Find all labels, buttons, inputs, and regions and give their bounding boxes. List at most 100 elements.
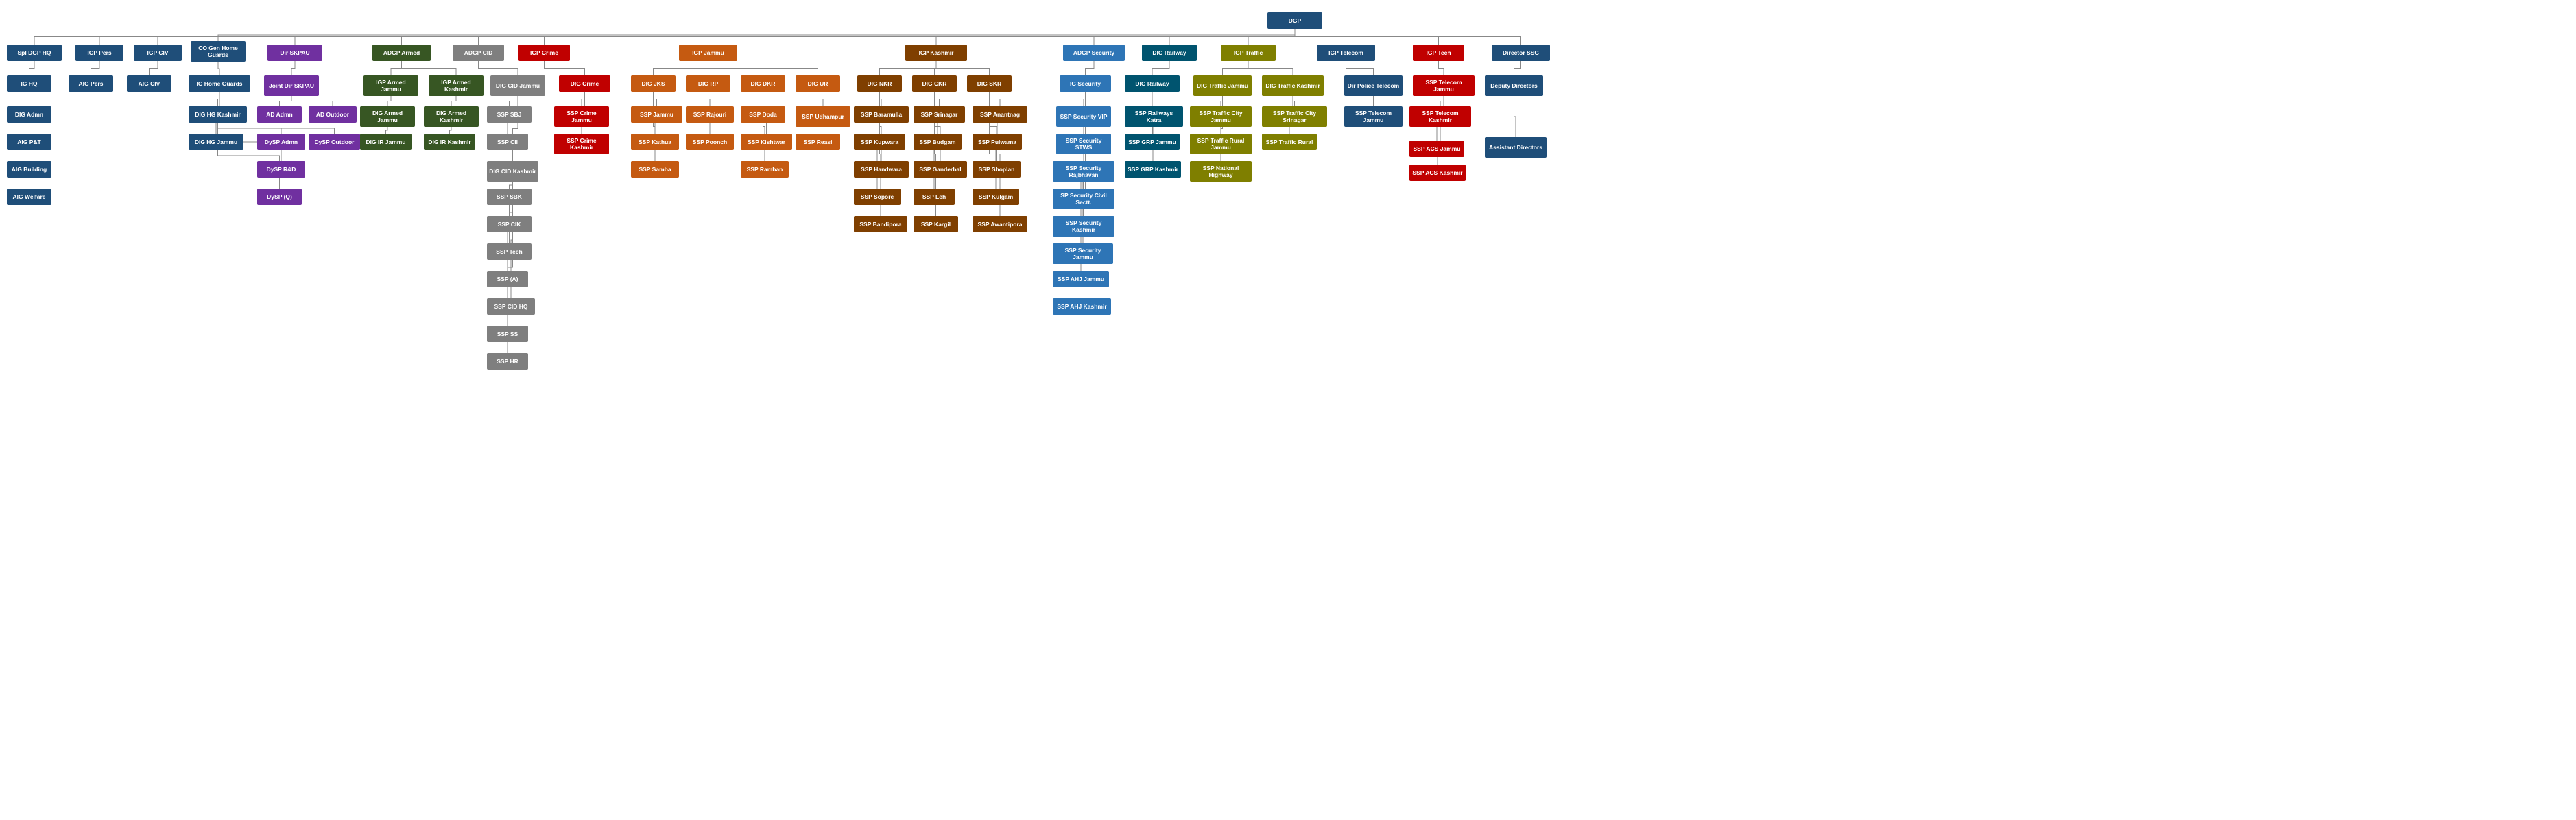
node-igppers: IGP Pers (75, 45, 123, 61)
node-ssptrafficrural: SSP Traffic Rural (1262, 134, 1317, 150)
node-sspss: SSP SS (487, 326, 528, 342)
node-dirskpau: Dir SKPAU (267, 45, 322, 61)
node-aigciv: AIG CIV (127, 75, 171, 92)
node-digckr: DIG CKR (912, 75, 957, 92)
node-sspcli: SSP CII (487, 134, 528, 150)
node-igpkashmir: IGP Kashmir (905, 45, 967, 61)
node-igparmedjammu: IGP Armed Jammu (363, 75, 418, 96)
node-igptelecom: IGP Telecom (1317, 45, 1375, 61)
node-sspganderbal: SSP Ganderbal (914, 161, 967, 178)
node-deputydirectors: Deputy Directors (1485, 75, 1543, 96)
node-ssprajouri: SSP Rajouri (686, 106, 734, 123)
node-igpcrime: IGP Crime (518, 45, 570, 61)
node-digtraffickashmir: DIG Traffic Kashmir (1262, 75, 1324, 96)
node-digcrime: DIG Crime (559, 75, 610, 92)
node-sspacskashmir: SSP ACS Kashmir (1409, 165, 1466, 181)
node-digcidjammu: DIG CID Jammu (490, 75, 545, 96)
node-aigwelfare: AIG Welfare (7, 189, 51, 205)
node-ssphandwara: SSP Handwara (854, 161, 909, 178)
node-dyspoutdoor: DySP Outdoor (309, 134, 360, 150)
node-sspgrpjammu: SSP GRP Jammu (1125, 134, 1180, 150)
node-sspahjkashmir: SSP AHJ Kashmir (1053, 298, 1111, 315)
node-igptech: IGP Tech (1413, 45, 1464, 61)
node-aigpers: AIG Pers (69, 75, 113, 92)
node-sspsbkashmir: SSP SBK (487, 189, 532, 205)
node-adgpcid: ADGP CID (453, 45, 504, 61)
node-digarmedkashmir: DIG Armed Kashmir (424, 106, 479, 127)
node-dighgjammu: DIG HG Jammu (189, 134, 243, 150)
node-digirkashmir: DIG IR Kashmir (424, 134, 475, 150)
node-sspbandipora: SSP Bandipora (854, 216, 907, 232)
node-sspnationalhighway: SSP National Highway (1190, 161, 1252, 182)
node-sspsamba: SSP Samba (631, 161, 679, 178)
node-spsecuritycivilsectt: SP Security Civil Sectt. (1053, 189, 1114, 209)
node-adgparmed: ADGP Armed (372, 45, 431, 61)
node-digarmedjammu: DIG Armed Jammu (360, 106, 415, 127)
node-dyspadmn: DySP Admn (257, 134, 305, 150)
node-ssppoonch: SSP Poonch (686, 134, 734, 150)
node-ssppulwama: SSP Pulwama (973, 134, 1022, 150)
node-digcidkashmir: DIG CID Kashmir (487, 161, 538, 182)
node-sspsbjammu: SSP SBJ (487, 106, 532, 123)
node-digirjammu: DIG IR Jammu (360, 134, 412, 150)
node-digjksjammu: DIG JKS (631, 75, 676, 92)
node-sspleh: SSP Leh (914, 189, 955, 205)
node-sspa: SSP (A) (487, 271, 528, 287)
node-sspsecurityrajbhavan: SSP Security Rajbhavan (1053, 161, 1114, 182)
node-directorssg: Director SSG (1492, 45, 1550, 61)
node-sspbudgam: SSP Budgam (914, 134, 962, 150)
node-ssptrafficcityjammu: SSP Traffic City Jammu (1190, 106, 1252, 127)
node-sspgrpkashmir: SSP GRP Kashmir (1125, 161, 1181, 178)
node-ssptech: SSP Tech (487, 243, 532, 260)
node-digrp: DIG RP (686, 75, 730, 92)
node-sspramban: SSP Ramban (741, 161, 789, 178)
node-assistantdirectors: Assistant Directors (1485, 137, 1547, 158)
node-sspsecurityvip: SSP Security VIP (1056, 106, 1111, 127)
node-sspsopore: SSP Sopore (854, 189, 901, 205)
node-sspkupwara: SSP Kupwara (854, 134, 905, 150)
node-sspkargil: SSP Kargil (914, 216, 958, 232)
node-sspsecuritykashmir: SSP Security Kashmir (1053, 216, 1114, 237)
node-sspkulgam: SSP Kulgam (973, 189, 1019, 205)
node-digadmn: DIG Admn (7, 106, 51, 123)
node-igpjammu: IGP Jammu (679, 45, 737, 61)
node-igptraffic: IGP Traffic (1221, 45, 1276, 61)
node-spldgphq: Spl DGP HQ (7, 45, 62, 61)
org-chart: DGP Spl DGP HQ IGP Pers IGP CIV CO Gen Home … (0, 0, 2576, 820)
node-sspahjjammu: SSP AHJ Jammu (1053, 271, 1109, 287)
node-dgp: DGP (1267, 12, 1322, 29)
node-sspcrimejammu: SSP Crime Jammu (554, 106, 609, 127)
node-dysprd: DySP R&D (257, 161, 305, 178)
node-igpciv: IGP CIV (134, 45, 182, 61)
node-digtrafficjammu: DIG Traffic Jammu (1193, 75, 1252, 96)
node-sspshoplan: SSP Shoplan (973, 161, 1021, 178)
node-digdkr: DIG DKR (741, 75, 785, 92)
node-igparmedkashmir: IGP Armed Kashmir (429, 75, 484, 96)
node-dirpolicetelecom: Dir Police Telecom (1344, 75, 1403, 96)
node-sspawantipora: SSP Awantipora (973, 216, 1027, 232)
node-sspcid_hq: SSP CID HQ (487, 298, 535, 315)
node-ssptrafficcitysrinagar: SSP Traffic City Srinagar (1262, 106, 1327, 127)
node-ssptelecomjammu: SSP Telecom Jammu (1413, 75, 1475, 96)
node-sspacsjammu: SSP ACS Jammu (1409, 141, 1464, 157)
node-sspkishtwar: SSP Kishtwar (741, 134, 792, 150)
node-sspbaramulla: SSP Baramulla (854, 106, 909, 123)
node-ssphr: SSP HR (487, 353, 528, 370)
node-igsecurity: IG Security (1060, 75, 1111, 92)
node-sspcrimekashmir: SSP Crime Kashmir (554, 134, 609, 154)
node-digskr: DIG SKR (967, 75, 1012, 92)
node-dignkr: DIG NKR (857, 75, 902, 92)
node-dyspq: DySP (Q) (257, 189, 302, 205)
node-ssprailwayskatra: SSP Railways Katra (1125, 106, 1183, 127)
node-sspsrinagar: SSP Srinagar (914, 106, 965, 123)
node-sspreasi: SSP Reasi (796, 134, 840, 150)
node-sspkathua: SSP Kathua (631, 134, 679, 150)
node-sspsecurityjammu: SSP Security Jammu (1053, 243, 1113, 264)
node-digrailway2: DIG Railway (1125, 75, 1180, 92)
node-ssptelecomkashmir: SSP Telecom Kashmir (1409, 106, 1471, 127)
node-aigbuilding: AIG Building (7, 161, 51, 178)
node-aigpandt: AIG P&T (7, 134, 51, 150)
node-digur: DIG UR (796, 75, 840, 92)
node-cogenhg: CO Gen Home Guards (191, 41, 246, 62)
node-adadmn: AD Admn (257, 106, 302, 123)
